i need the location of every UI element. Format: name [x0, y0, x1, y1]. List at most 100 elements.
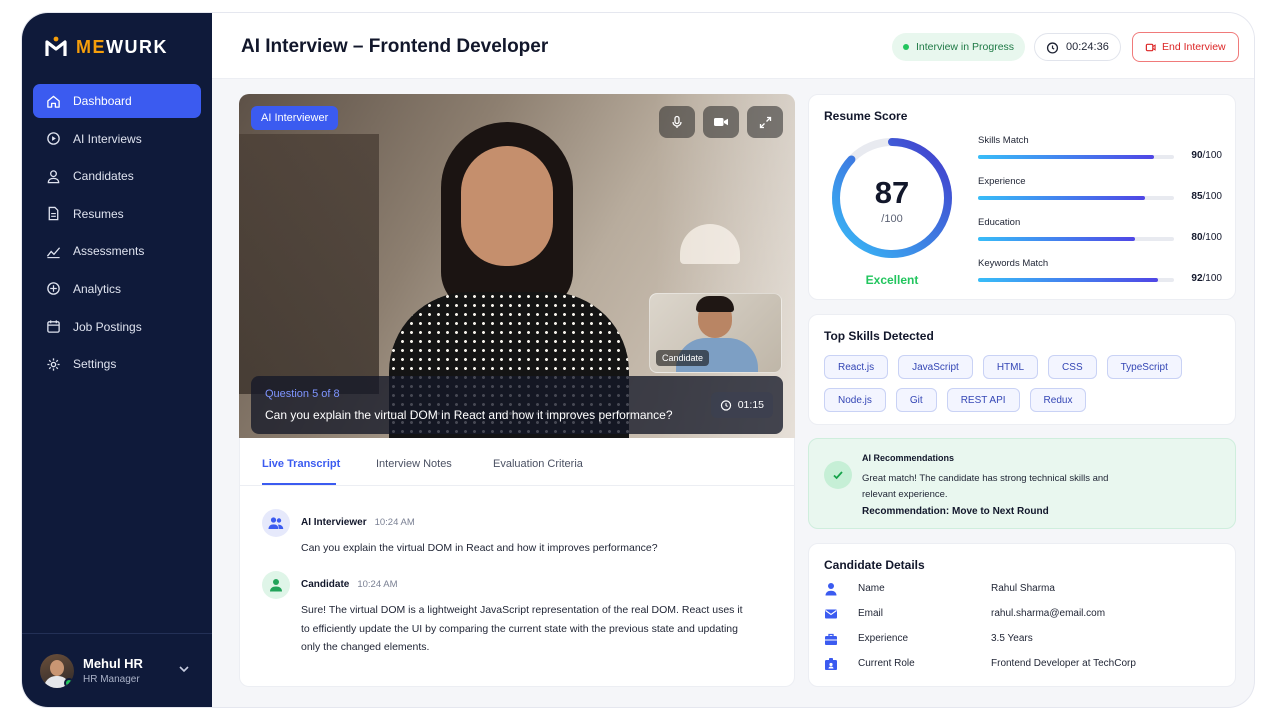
page-header: AI Interview – Frontend Developer Interv…: [212, 13, 1254, 79]
skill-chip[interactable]: HTML: [982, 355, 1039, 379]
score-value: 87: [874, 175, 910, 210]
skills-card: Top Skills Detected React.js JavaScript …: [808, 314, 1236, 425]
end-interview-button[interactable]: End Interview: [1132, 32, 1239, 62]
sidebar-item-label: Dashboard: [73, 94, 132, 108]
check-badge: [824, 461, 852, 489]
detail-row-current-role: Current Role Frontend Developer at TechC…: [824, 656, 1224, 672]
metric-label: Skills Match: [978, 135, 1029, 146]
sidebar-item-job-postings[interactable]: Job Postings: [33, 310, 201, 344]
candidate-avatar: [262, 571, 290, 599]
pip-label: Candidate: [656, 350, 710, 366]
calendar-icon: [47, 320, 60, 333]
detail-row-experience: Experience 3.5 Years: [824, 631, 1224, 647]
sidebar-item-ai-interviews[interactable]: AI Interviews: [33, 122, 201, 156]
users-icon: [268, 517, 284, 529]
skill-chips: React.js JavaScript HTML CSS TypeScript …: [824, 355, 1224, 412]
end-call-icon: [1145, 43, 1156, 51]
message-time: 10:24 AM: [357, 579, 398, 590]
detail-value[interactable]: rahul.sharma@email.com: [991, 608, 1105, 619]
message-author: AI Interviewer 10:24 AM: [301, 517, 415, 528]
skill-chip[interactable]: React.js: [824, 355, 889, 379]
logo-mark-icon: [45, 36, 67, 56]
brand-logo[interactable]: MEWURK: [44, 35, 168, 59]
detail-label: Email: [858, 608, 884, 619]
sidebar-item-settings[interactable]: Settings: [33, 347, 201, 381]
mail-icon: [825, 609, 837, 619]
fullscreen-button[interactable]: [747, 106, 783, 138]
end-interview-label: End Interview: [1162, 41, 1226, 53]
tab-live-transcript[interactable]: Live Transcript: [262, 458, 340, 470]
skill-chip[interactable]: Git: [895, 388, 937, 412]
clock-icon: [720, 400, 731, 411]
sidebar-nav: Dashboard AI Interviews Candidates Resum…: [33, 84, 201, 385]
sidebar-item-resumes[interactable]: Resumes: [33, 197, 201, 231]
ai-interviewer-tag: AI Interviewer: [251, 106, 339, 130]
sidebar-item-label: AI Interviews: [73, 131, 142, 146]
sidebar-item-analytics[interactable]: Analytics: [33, 272, 201, 306]
ai-avatar: [262, 509, 290, 537]
transcript-panel: Live Transcript Interview Notes Evaluati…: [239, 438, 795, 687]
analytics-icon: [47, 282, 60, 296]
user-profile[interactable]: Mehul HR HR Manager: [22, 633, 212, 707]
metric-bar: [978, 196, 1145, 200]
brand-name: MEWURK: [76, 36, 168, 57]
detail-value: Frontend Developer at TechCorp: [991, 658, 1136, 669]
tab-evaluation-criteria[interactable]: Evaluation Criteria: [493, 458, 583, 470]
skill-chip[interactable]: REST API: [946, 388, 1020, 412]
avatar: [40, 653, 74, 688]
question-timer: 01:15: [710, 392, 773, 418]
sidebar-item-candidates[interactable]: Candidates: [33, 159, 201, 193]
candidate-video-pip[interactable]: Candidate: [649, 293, 782, 373]
timer-value: 00:24:36: [1066, 41, 1109, 53]
detail-label: Experience: [858, 633, 909, 644]
message-time: 10:24 AM: [374, 517, 415, 528]
detail-value: Rahul Sharma: [991, 583, 1055, 594]
person-icon: [825, 583, 837, 596]
message-text: Can you explain the virtual DOM in React…: [301, 542, 658, 554]
resume-score-card: Resume Score 87 /100 Excellent Skills Ma…: [808, 94, 1236, 300]
score-denominator: /100: [881, 213, 903, 225]
score-rating: Excellent: [865, 273, 919, 287]
metric-bar: [978, 237, 1135, 241]
tab-interview-notes[interactable]: Interview Notes: [376, 458, 452, 470]
check-icon: [833, 471, 843, 480]
status-text: Interview in Progress: [916, 41, 1015, 53]
user-name: Mehul HR: [83, 656, 143, 671]
sidebar: MEWURK Dashboard AI Interviews Candidate…: [22, 13, 212, 707]
sidebar-item-assessments[interactable]: Assessments: [33, 234, 201, 268]
play-circle-icon: [47, 132, 60, 145]
chevron-down-icon[interactable]: [178, 663, 190, 675]
card-title: Top Skills Detected: [824, 329, 934, 343]
skill-chip[interactable]: TypeScript: [1106, 355, 1182, 379]
sidebar-item-dashboard[interactable]: Dashboard: [33, 84, 201, 118]
question-box: Question 5 of 8 Can you explain the virt…: [251, 376, 783, 434]
metric-bar: [978, 155, 1155, 159]
skill-chip[interactable]: Redux: [1029, 388, 1087, 412]
sidebar-item-label: Assessments: [73, 244, 145, 259]
status-dot: [903, 44, 909, 50]
skill-chip[interactable]: Node.js: [824, 388, 886, 412]
detail-row-name: Name Rahul Sharma: [824, 581, 1224, 597]
metric-label: Keywords Match: [978, 258, 1049, 269]
message-author: Candidate 10:24 AM: [301, 579, 398, 590]
metric-value: 85/100: [1191, 191, 1222, 202]
trend-icon: [46, 247, 61, 259]
mic-button[interactable]: [659, 106, 695, 138]
microphone-icon: [672, 115, 682, 128]
message-text: Sure! The virtual DOM is a lightweight J…: [301, 604, 743, 653]
transcript-tabs: Live Transcript Interview Notes Evaluati…: [240, 438, 794, 486]
metric-education: Education 80/100: [978, 217, 1222, 243]
metric-label: Experience: [978, 176, 1026, 187]
skill-chip[interactable]: CSS: [1048, 355, 1097, 379]
sidebar-item-label: Settings: [73, 357, 117, 372]
gear-icon: [47, 358, 60, 371]
card-title: Candidate Details: [824, 558, 925, 572]
recommendation-verdict: Recommendation: Move to Next Round: [862, 506, 1049, 517]
skill-chip[interactable]: JavaScript: [898, 355, 973, 379]
camera-button[interactable]: [703, 106, 739, 138]
expand-icon: [759, 116, 771, 128]
detail-label: Current Role: [858, 658, 915, 669]
metric-label: Education: [978, 217, 1021, 228]
question-number: Question 5 of 8: [265, 388, 340, 400]
sidebar-item-label: Job Postings: [73, 319, 142, 334]
